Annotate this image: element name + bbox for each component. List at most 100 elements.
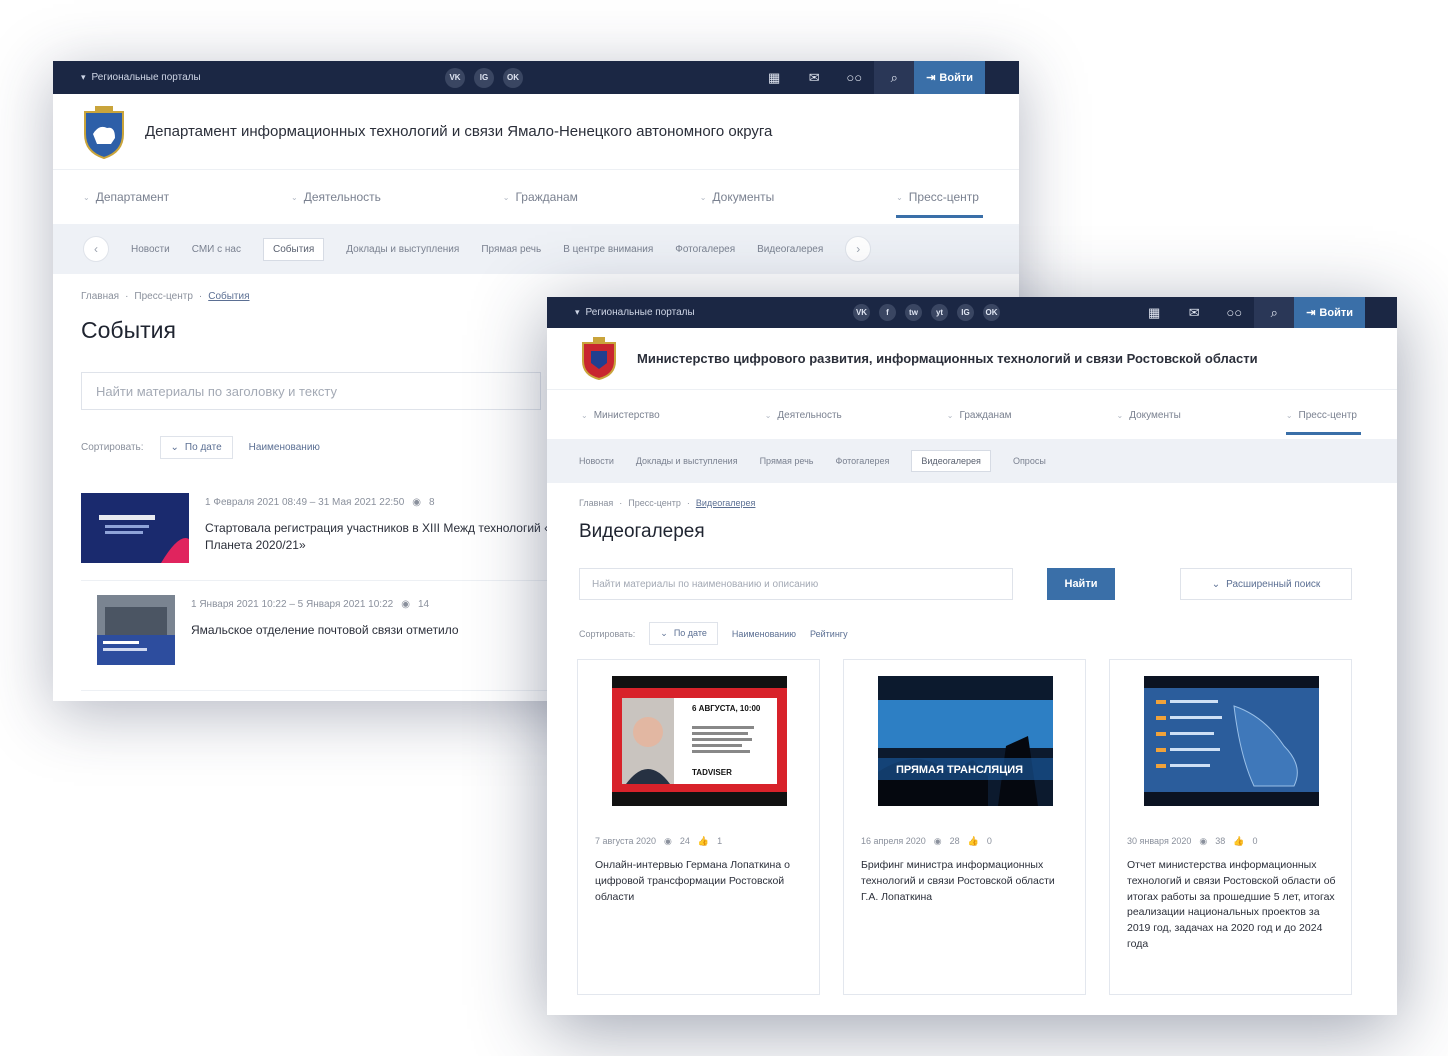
subnav-item-reports[interactable]: Доклады и выступления [346, 244, 459, 255]
login-button[interactable]: ⇥ Войти [1294, 297, 1365, 328]
video-heading-text: 6 АВГУСТА, 10:00 [692, 704, 761, 713]
subnav-item-video-gallery[interactable]: Видеогалерея [911, 450, 991, 472]
regional-portals-toggle[interactable]: ▾ Региональные порталы [575, 297, 695, 328]
sort-by-date[interactable]: ⌄ По дате [159, 436, 233, 459]
subnav-item-reports[interactable]: Доклады и выступления [636, 456, 738, 466]
rostov-emblem-logo[interactable] [579, 336, 619, 381]
chevron-down-icon: ▾ [81, 72, 86, 82]
video-card[interactable]: 6 АВГУСТА, 10:00 TADVISER 7 августа 2020… [577, 659, 820, 995]
mail-icon[interactable]: ✉ [1174, 297, 1214, 328]
sort-bar: Сортировать: ⌄ По дате Наименованию Рейти… [579, 622, 848, 645]
search-icon[interactable]: ⌕ [1254, 297, 1295, 328]
breadcrumb-separator: · [125, 291, 129, 302]
youtube-icon[interactable]: yt [931, 304, 948, 321]
view-count: 8 [429, 497, 435, 508]
video-thumbnail[interactable]: 6 АВГУСТА, 10:00 TADVISER [612, 676, 787, 806]
nav-item-citizens[interactable]: ⌄ Гражданам [947, 410, 1012, 421]
video-thumbnail[interactable]: ПРЯМАЯ ТРАНСЛЯЦИЯ [878, 676, 1053, 806]
sort-by-date[interactable]: ⌄ По дате [649, 622, 718, 645]
video-thumbnail-image [612, 676, 787, 806]
video-card[interactable]: 30 января 2020 ◉ 38 👍 0 Отчет министерст… [1109, 659, 1352, 995]
scroll-left-icon[interactable]: ‹ [83, 236, 109, 262]
breadcrumb-home[interactable]: Главная [579, 498, 613, 508]
subnav-item-photo-gallery[interactable]: Фотогалерея [675, 244, 735, 255]
subnav-item-video-gallery[interactable]: Видеогалерея [757, 244, 823, 255]
main-nav: ⌄ Департамент ⌄ Деятельность ⌄ Гражданам ⌄ Д… [53, 171, 1019, 223]
sort-by-rating[interactable]: Рейтингу [810, 629, 848, 639]
sort-by-name[interactable]: Наименованию [732, 629, 796, 639]
twitter-icon[interactable]: tw [905, 304, 922, 321]
nav-item-activity[interactable]: ⌄ Деятельность [291, 190, 381, 204]
facebook-icon[interactable]: f [879, 304, 896, 321]
login-button[interactable]: ⇥ Войти [914, 61, 985, 94]
sub-nav: ‹ Новости СМИ с нас События Доклады и вы… [53, 224, 1019, 274]
subnav-item-direct-speech[interactable]: Прямая речь [481, 244, 541, 255]
breadcrumb-current[interactable]: События [208, 291, 249, 302]
vk-icon[interactable]: VK [445, 67, 465, 88]
video-title[interactable]: Онлайн-интервью Германа Лопаткина о цифр… [595, 858, 805, 905]
nav-item-department[interactable]: ⌄ Департамент [83, 190, 169, 204]
video-title[interactable]: Отчет министерства информационных технол… [1127, 858, 1337, 953]
chevron-down-icon: ⌄ [502, 192, 510, 202]
odnoklassniki-icon[interactable]: OK [503, 67, 523, 88]
search-input[interactable]: Найти материалы по заголовку и тексту [81, 372, 541, 410]
video-meta: 7 августа 2020 ◉ 24 👍 1 [595, 836, 722, 847]
org-name[interactable]: Департамент информационных технологий и … [145, 123, 772, 140]
view-count: 24 [679, 836, 690, 846]
search-input[interactable]: Найти материалы по наименованию и описан… [579, 568, 1013, 600]
vk-icon[interactable]: VK [853, 304, 870, 321]
subnav-item-photo-gallery[interactable]: Фотогалерея [835, 456, 889, 466]
video-date: 16 апреля 2020 [861, 836, 926, 846]
sitemap-icon[interactable]: ▦ [754, 61, 794, 94]
nav-item-press-center[interactable]: ⌄ Пресс-центр [1285, 410, 1362, 435]
nav-item-press-center[interactable]: ⌄ Пресс-центр [896, 190, 983, 218]
nav-item-documents[interactable]: ⌄ Документы [1117, 410, 1181, 421]
find-button[interactable]: Найти [1047, 568, 1115, 600]
nav-item-ministry[interactable]: ⌄ Министерство [581, 410, 660, 421]
regional-portals-toggle[interactable]: ▾ Региональные порталы [81, 61, 201, 94]
sitemap-icon[interactable]: ▦ [1134, 297, 1174, 328]
like-count: 0 [1252, 836, 1258, 846]
mail-icon[interactable]: ✉ [794, 61, 834, 94]
main-nav: ⌄ Министерство ⌄ Деятельность ⌄ Гражданам ⌄… [547, 391, 1397, 439]
scroll-right-icon[interactable]: › [845, 236, 872, 262]
thumbs-up-icon: 👍 [967, 836, 979, 846]
view-count: 28 [949, 836, 960, 846]
nav-item-documents[interactable]: ⌄ Документы [700, 190, 775, 204]
chevron-down-icon: ⌄ [946, 410, 954, 420]
subnav-item-events[interactable]: События [263, 237, 325, 261]
subnav-item-media[interactable]: СМИ с нас [192, 244, 241, 255]
odnoklassniki-icon[interactable]: OK [983, 304, 1000, 321]
instagram-icon[interactable]: IG [474, 67, 494, 88]
event-title[interactable]: Стартовала регистрация участников в XIII… [205, 520, 565, 554]
org-name[interactable]: Министерство цифрового развития, информа… [637, 351, 1258, 366]
view-count: 14 [417, 599, 430, 610]
advanced-search-button[interactable]: ⌄ Расширенный поиск [1180, 568, 1352, 600]
site-header: Министерство цифрового развития, информа… [547, 328, 1397, 390]
nav-item-citizens[interactable]: ⌄ Гражданам [503, 190, 578, 204]
subnav-item-in-focus[interactable]: В центре внимания [563, 244, 653, 255]
breadcrumb-current[interactable]: Видеогалерея [696, 498, 756, 508]
breadcrumb-home[interactable]: Главная [81, 291, 119, 302]
chevron-down-icon: ⌄ [764, 410, 772, 420]
nav-label: Пресс-центр [908, 190, 979, 204]
video-thumbnail[interactable] [1144, 676, 1319, 806]
breadcrumb-press-center[interactable]: Пресс-центр [628, 498, 681, 508]
regional-portals-label: Региональные порталы [585, 307, 695, 318]
video-title[interactable]: Брифинг министра информационных технолог… [861, 858, 1071, 905]
sort-by-name[interactable]: Наименованию [249, 442, 320, 453]
accessibility-glasses-icon[interactable]: ○○ [834, 61, 874, 94]
nav-label: Документы [1129, 409, 1181, 421]
search-icon[interactable]: ⌕ [874, 61, 915, 94]
instagram-icon[interactable]: IG [957, 304, 974, 321]
breadcrumb-press-center[interactable]: Пресс-центр [134, 291, 192, 302]
subnav-item-polls[interactable]: Опросы [1013, 456, 1046, 466]
subnav-item-news[interactable]: Новости [131, 244, 170, 255]
accessibility-glasses-icon[interactable]: ○○ [1214, 297, 1254, 328]
subnav-item-direct-speech[interactable]: Прямая речь [760, 456, 814, 466]
subnav-item-news[interactable]: Новости [579, 456, 614, 466]
video-card[interactable]: ПРЯМАЯ ТРАНСЛЯЦИЯ 16 апреля 2020 ◉ 28 👍 … [843, 659, 1086, 995]
event-title[interactable]: Ямальское отделение почтовой связи отмет… [191, 622, 551, 639]
yanao-emblem-logo[interactable] [81, 104, 127, 160]
nav-item-activity[interactable]: ⌄ Деятельность [765, 410, 842, 421]
